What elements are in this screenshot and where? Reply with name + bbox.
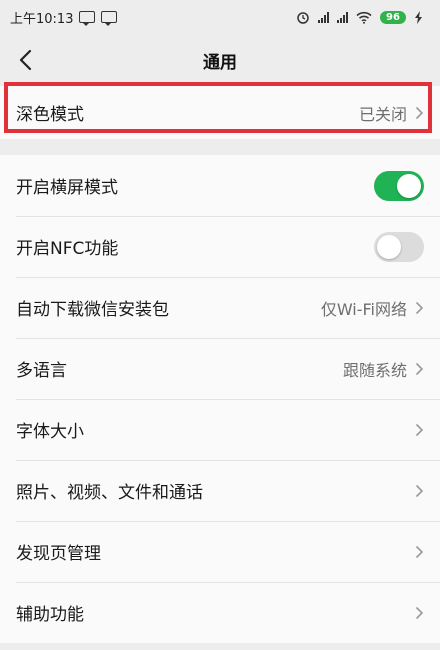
alarm-icon (297, 12, 309, 24)
back-button[interactable] (10, 42, 40, 78)
settings-list: 开启横屏模式 开启NFC功能 自动下载微信安装包 仅Wi-Fi网络 多语言 跟随… (0, 155, 440, 643)
row-label: 开启横屏模式 (16, 178, 118, 198)
row-dark-mode[interactable]: 深色模式 已关闭 (0, 86, 440, 139)
toggle-knob (377, 234, 401, 259)
battery-indicator: 96 (380, 10, 406, 24)
row-label: 自动下载微信安装包 (16, 300, 169, 320)
nav-header: 通用 (0, 34, 440, 86)
row-label: 照片、视频、文件和通话 (16, 483, 203, 503)
chevron-right-icon (415, 545, 424, 558)
status-time: 上午10:13 (10, 11, 74, 27)
chevron-left-icon (19, 49, 32, 71)
wifi-icon (356, 11, 372, 24)
chevron-right-icon (415, 423, 424, 436)
status-left: 上午10:13 (10, 8, 118, 27)
chevron-right-icon (415, 362, 424, 375)
row-accessibility[interactable]: 辅助功能 (0, 582, 440, 643)
status-right: 96 (296, 10, 424, 24)
row-label: 深色模式 (16, 105, 84, 125)
signal-hd-icon (337, 11, 348, 23)
message-icon (79, 11, 96, 26)
chevron-right-icon (415, 301, 424, 314)
row-label: 字体大小 (16, 422, 84, 442)
row-nfc: 开启NFC功能 (0, 216, 440, 277)
row-label: 开启NFC功能 (16, 239, 119, 259)
row-value: 已关闭 (358, 104, 407, 124)
row-landscape: 开启横屏模式 (0, 155, 440, 216)
toggle-knob (397, 173, 421, 198)
dark-mode-section: 深色模式 已关闭 (0, 86, 440, 139)
page-title: 通用 (203, 52, 237, 73)
row-auto-download[interactable]: 自动下载微信安装包 仅Wi-Fi网络 (0, 277, 440, 338)
row-value: 仅Wi-Fi网络 (320, 299, 407, 319)
status-bar: 上午10:13 96 (0, 0, 440, 34)
nfc-toggle[interactable] (374, 231, 424, 262)
row-discover[interactable]: 发现页管理 (0, 521, 440, 582)
message-icon (101, 11, 118, 26)
chevron-right-icon (415, 484, 424, 497)
row-label: 辅助功能 (16, 605, 84, 625)
row-label: 发现页管理 (16, 544, 101, 564)
chevron-right-icon (415, 606, 424, 619)
row-label: 多语言 (16, 361, 67, 381)
row-language[interactable]: 多语言 跟随系统 (0, 338, 440, 399)
row-media[interactable]: 照片、视频、文件和通话 (0, 460, 440, 521)
signal-icon (318, 11, 329, 23)
row-value: 跟随系统 (342, 360, 407, 380)
landscape-toggle[interactable] (374, 170, 424, 201)
chevron-right-icon (415, 106, 424, 119)
row-font-size[interactable]: 字体大小 (0, 399, 440, 460)
charging-icon (415, 10, 422, 24)
